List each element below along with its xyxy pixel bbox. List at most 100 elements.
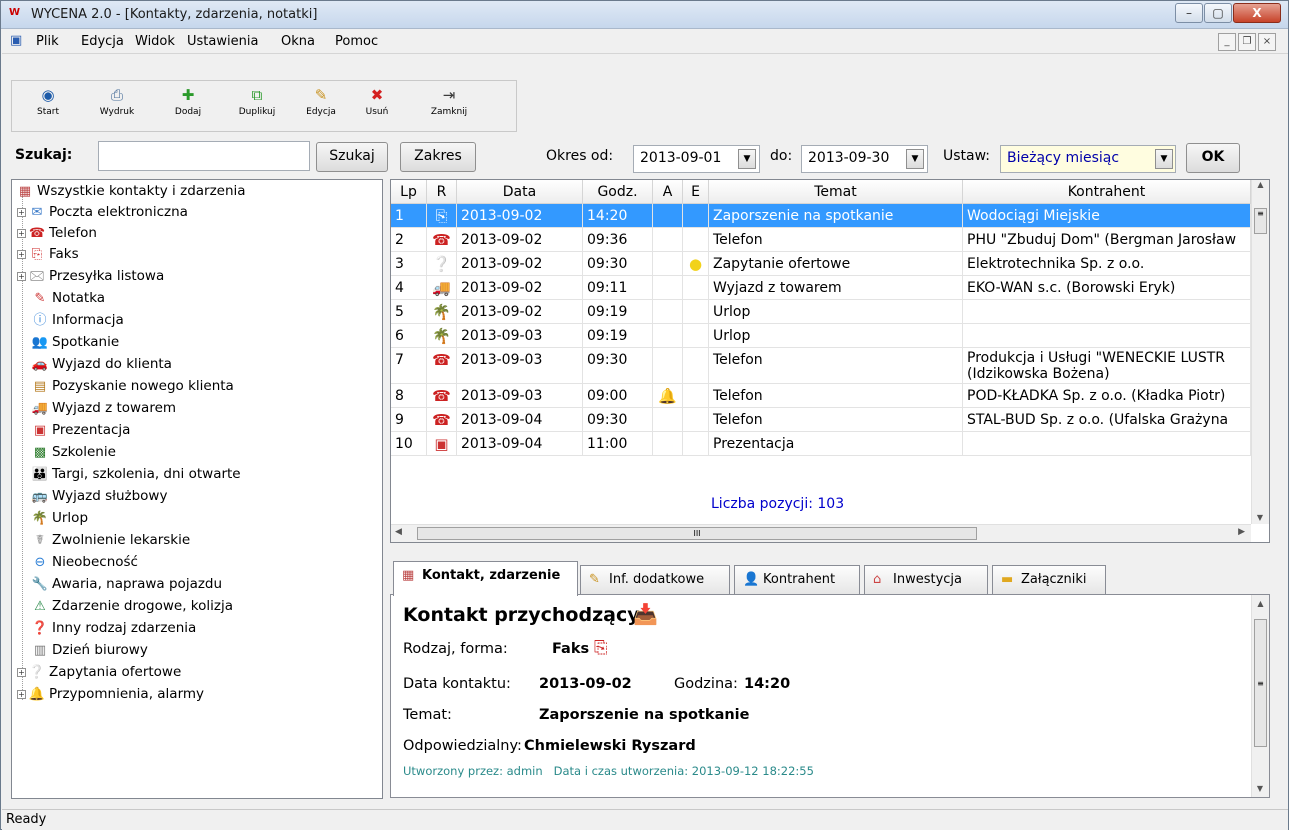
mdi-restore-button[interactable]: ❐ (1238, 33, 1256, 51)
column-e[interactable]: E (683, 180, 709, 204)
tree-item-reminders[interactable]: + 🔔 Przypomnienia, alarmy (17, 684, 204, 705)
expand-icon[interactable]: + (17, 207, 26, 217)
delete-button[interactable]: ✖ Usuń (352, 81, 402, 129)
close-window-button[interactable]: ⇥ Zamknij (424, 81, 474, 129)
expand-icon[interactable]: + (17, 667, 26, 677)
column-topic[interactable]: Temat (709, 180, 963, 204)
tree-item-vehicle-repair[interactable]: 🔧 Awaria, naprawa pojazdu (31, 574, 222, 595)
menu-edycja[interactable]: Edycja (81, 34, 124, 49)
scroll-up-icon[interactable]: ▲ (1252, 180, 1269, 189)
tree-item-presentation[interactable]: ▣ Prezentacja (31, 420, 131, 441)
tree-item-fairs[interactable]: 👪 Targi, szkolenia, dni otwarte (31, 464, 241, 485)
tree-item-fax[interactable]: + ⎘ Faks (17, 244, 79, 265)
table-row[interactable]: 5 🌴 2013-09-02 09:19 Urlop (391, 300, 1251, 324)
grid-vertical-scrollbar[interactable]: ▲ ≡ ▼ (1251, 180, 1269, 524)
expand-icon[interactable]: + (17, 689, 26, 699)
column-r[interactable]: R (427, 180, 457, 204)
add-button[interactable]: ✚ Dodaj (163, 81, 213, 129)
column-date[interactable]: Data (457, 180, 583, 204)
scroll-up-icon[interactable]: ▲ (1252, 599, 1269, 608)
scroll-down-icon[interactable]: ▼ (1252, 784, 1268, 793)
close-button[interactable]: X (1233, 3, 1281, 23)
duplicate-button[interactable]: ⧉ Duplikuj (232, 81, 282, 129)
tab-investment[interactable]: ⌂ Inwestycja (864, 565, 988, 595)
date-from-dropdown-icon[interactable]: ▼ (738, 149, 756, 169)
tab-attachments[interactable]: ▬ Załączniki (992, 565, 1106, 595)
scroll-down-icon[interactable]: ▼ (1252, 513, 1268, 522)
menu-pomoc[interactable]: Pomoc (335, 34, 378, 49)
menu-widok[interactable]: Widok (135, 34, 175, 49)
table-row[interactable]: 1 ⎘ 2013-09-02 14:20 Zaporszenie na spotkani… (391, 204, 1251, 228)
delete-icon: ✖ (370, 86, 384, 104)
tree-item-inquiries[interactable]: + ❔ Zapytania ofertowe (17, 662, 181, 683)
detail-vertical-scrollbar[interactable]: ▲ ≡ ▼ (1251, 595, 1269, 797)
tree-item-info[interactable]: ⓘ Informacja (31, 310, 123, 331)
tree-item-note[interactable]: ✎ Notatka (31, 288, 106, 309)
print-button[interactable]: ⎙ Wydruk (92, 81, 142, 129)
hscroll-thumb[interactable]: III (417, 527, 977, 540)
mdi-close-button[interactable]: × (1258, 33, 1276, 51)
table-row[interactable]: 6 🌴 2013-09-03 09:19 Urlop (391, 324, 1251, 348)
range-button[interactable]: Zakres (400, 142, 476, 172)
table-row[interactable]: 7 ☎ 2013-09-03 09:30 Telefon Produkcja i Usłu… (391, 348, 1251, 384)
grid-horizontal-scrollbar[interactable]: ◀ III ▶ (391, 524, 1251, 542)
search-button[interactable]: Szukaj (316, 142, 388, 172)
tree-item-delivery[interactable]: 🚚 Wyjazd z towarem (31, 398, 176, 419)
ok-button[interactable]: OK (1186, 143, 1240, 173)
cell-date: 2013-09-02 (457, 276, 583, 299)
minimize-button[interactable]: – (1175, 3, 1203, 23)
tree-item-meeting[interactable]: 👥 Spotkanie (31, 332, 119, 353)
tree-item-other[interactable]: ❓ Inny rodzaj zdarzenia (31, 618, 196, 639)
tree-item-all[interactable]: ▦ Wszystkie kontakty i zdarzenia (16, 181, 246, 202)
doctor-icon: ☤ (35, 533, 45, 548)
maximize-button[interactable]: ▢ (1204, 3, 1232, 23)
period-preset-select[interactable]: Bieżący miesiąc (1000, 145, 1176, 173)
table-row[interactable]: 3 ❔ 2013-09-02 09:30 ● Zapytanie ofertowe Elek… (391, 252, 1251, 276)
tree-item-vacation[interactable]: 🌴 Urlop (31, 508, 88, 529)
tree-item-training[interactable]: ▩ Szkolenie (31, 442, 116, 463)
document-icon[interactable]: ▣ (10, 33, 22, 48)
tree-item-new-client[interactable]: ▤ Pozyskanie nowego klienta (31, 376, 234, 397)
table-row[interactable]: 2 ☎ 2013-09-02 09:36 Telefon PHU "Zbuduj Dom"… (391, 228, 1251, 252)
tree-item-absence[interactable]: ⊖ Nieobecność (31, 552, 138, 573)
expand-icon[interactable]: + (17, 228, 26, 238)
menu-ustawienia[interactable]: Ustawienia (187, 34, 258, 49)
column-client[interactable]: Kontrahent (963, 180, 1251, 204)
edit-button[interactable]: ✎ Edycja (296, 81, 346, 129)
expand-icon[interactable]: + (17, 271, 26, 281)
table-row[interactable]: 9 ☎ 2013-09-04 09:30 Telefon STAL-BUD Sp. z o… (391, 408, 1251, 432)
menu-plik[interactable]: Plik (36, 34, 59, 49)
start-button[interactable]: ◉ Start (23, 81, 73, 129)
tree-item-collision[interactable]: ⚠ Zdarzenie drogowe, kolizja (31, 596, 233, 617)
table-row[interactable]: 4 🚚 2013-09-02 09:11 Wyjazd z towarem EKO-WAN… (391, 276, 1251, 300)
scroll-right-icon[interactable]: ▶ (1238, 527, 1245, 537)
tree-item-office-day[interactable]: ▥ Dzień biurowy (31, 640, 148, 661)
tree-item-letter[interactable]: + 🖂 Przesyłka listowa (17, 266, 164, 287)
letter-icon: 🖂 (29, 269, 45, 284)
column-time[interactable]: Godz. (583, 180, 653, 204)
table-row[interactable]: 10 ▣ 2013-09-04 11:00 Prezentacja (391, 432, 1251, 456)
tree-item-business-trip[interactable]: 🚌 Wyjazd służbowy (31, 486, 168, 507)
table-row[interactable]: 8 ☎ 2013-09-03 09:00 🔔 Telefon POD-KŁADKA Sp. … (391, 384, 1251, 408)
cell-client-line1: Produkcja i Usługi "WENECKIE LUSTR (967, 350, 1225, 366)
tree-item-sick-leave[interactable]: ☤ Zwolnienie lekarskie (31, 530, 191, 551)
search-input[interactable] (98, 141, 310, 171)
cell-topic: Prezentacja (709, 432, 963, 455)
calendar-icon: ▦ (18, 184, 32, 199)
tab-client[interactable]: 👤 Kontrahent (734, 565, 860, 595)
tab-extra-info[interactable]: ✎ Inf. dodatkowe (580, 565, 730, 595)
column-a[interactable]: A (653, 180, 683, 204)
menu-okna[interactable]: Okna (281, 34, 315, 49)
tree-item-visit[interactable]: 🚗 Wyjazd do klienta (31, 354, 172, 375)
tree-item-email[interactable]: + ✉ Poczta elektroniczna (17, 202, 188, 223)
column-lp[interactable]: Lp (391, 180, 427, 204)
date-to-dropdown-icon[interactable]: ▼ (906, 149, 924, 169)
mdi-minimize-button[interactable]: _ (1218, 33, 1236, 51)
tab-contact[interactable]: ▦ Kontakt, zdarzenie (393, 561, 578, 596)
expand-icon[interactable]: + (17, 249, 26, 259)
scroll-left-icon[interactable]: ◀ (395, 527, 402, 537)
period-preset-dropdown-icon[interactable]: ▼ (1155, 149, 1173, 169)
scroll-thumb[interactable]: ≡ (1254, 208, 1267, 234)
scroll-thumb[interactable]: ≡ (1254, 619, 1267, 747)
tree-item-phone[interactable]: + ☎ Telefon (17, 223, 97, 244)
